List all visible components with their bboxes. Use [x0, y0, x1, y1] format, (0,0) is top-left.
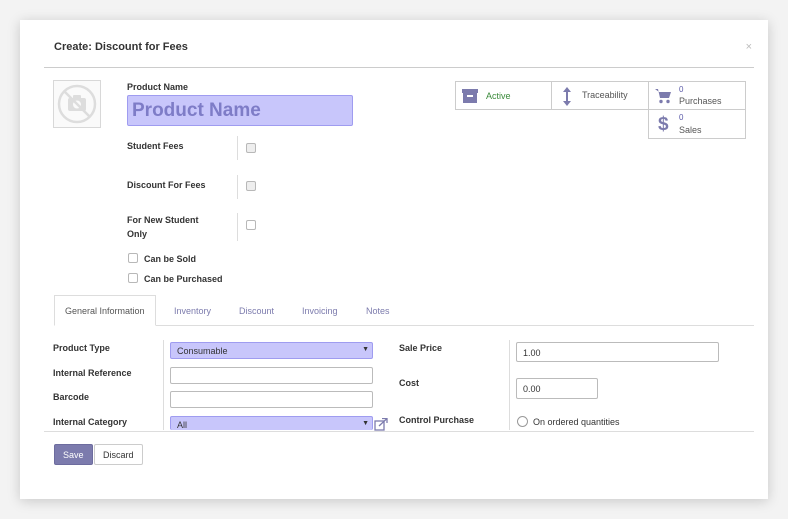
- chevron-down-icon: ▼: [362, 420, 369, 427]
- internal-category-select[interactable]: All ▼: [170, 416, 373, 430]
- active-label: Active: [486, 91, 511, 101]
- sales-button[interactable]: $ 0 Sales: [648, 109, 746, 139]
- ordered-quantities-radio[interactable]: [517, 416, 528, 427]
- discount-for-fees-label: Discount For Fees: [127, 180, 206, 190]
- separator: [509, 340, 510, 430]
- separator: [237, 175, 238, 199]
- dollar-icon: $: [658, 114, 669, 135]
- camera-off-icon: [57, 84, 97, 124]
- create-dialog: Create: Discount for Fees × Product Name…: [20, 20, 768, 499]
- cost-label: Cost: [399, 378, 419, 388]
- student-fees-checkbox[interactable]: [246, 143, 256, 153]
- shopping-cart-icon: [655, 89, 671, 104]
- cost-input[interactable]: 0.00: [516, 378, 598, 399]
- separator: [237, 213, 238, 241]
- archive-icon: [462, 89, 478, 103]
- chevron-down-icon: ▼: [362, 346, 369, 353]
- tab-invoicing[interactable]: Invoicing: [302, 295, 338, 326]
- ordered-quantities-label: On ordered quantities: [533, 417, 620, 427]
- can-be-sold-checkbox[interactable]: [128, 253, 138, 263]
- tab-discount[interactable]: Discount: [239, 295, 274, 326]
- tab-inventory[interactable]: Inventory: [174, 295, 211, 326]
- external-link-icon[interactable]: [374, 418, 388, 431]
- internal-category-value: All: [177, 420, 188, 430]
- save-button[interactable]: Save: [54, 444, 93, 465]
- new-student-only-checkbox[interactable]: [246, 220, 256, 230]
- active-button[interactable]: Active: [455, 81, 552, 110]
- purchases-button[interactable]: 0 Purchases: [648, 81, 746, 110]
- can-be-purchased-checkbox[interactable]: [128, 273, 138, 283]
- discard-button[interactable]: Discard: [94, 444, 143, 465]
- sale-price-input[interactable]: 1.00: [516, 342, 719, 362]
- header-divider: [44, 67, 754, 68]
- internal-category-label: Internal Category: [53, 417, 128, 427]
- product-name-label: Product Name: [127, 82, 189, 92]
- traceability-button[interactable]: Traceability: [551, 81, 649, 110]
- tab-general-information[interactable]: General Information: [54, 295, 156, 326]
- product-name-input[interactable]: Product Name: [127, 95, 353, 126]
- vertical-arrows-icon: [563, 87, 571, 106]
- can-be-purchased-label: Can be Purchased: [144, 274, 223, 284]
- sales-count: 0: [679, 113, 684, 122]
- discount-for-fees-checkbox[interactable]: [246, 181, 256, 191]
- notebook-tabs: General Information Inventory Discount I…: [54, 295, 754, 326]
- tab-notes[interactable]: Notes: [366, 295, 390, 326]
- barcode-label: Barcode: [53, 392, 90, 402]
- can-be-sold-label: Can be Sold: [144, 254, 197, 264]
- purchases-count: 0: [679, 85, 684, 94]
- new-student-label-line2: Only: [127, 229, 148, 239]
- purchases-label: Purchases: [679, 96, 722, 106]
- barcode-input[interactable]: [170, 391, 373, 408]
- separator: [237, 136, 238, 160]
- internal-reference-label: Internal Reference: [53, 368, 132, 378]
- traceability-label: Traceability: [582, 90, 628, 100]
- sales-label: Sales: [679, 125, 702, 135]
- sale-price-label: Sale Price: [399, 343, 443, 353]
- product-type-value: Consumable: [177, 346, 228, 356]
- dialog-title: Create: Discount for Fees: [54, 41, 188, 53]
- product-type-select[interactable]: Consumable ▼: [170, 342, 373, 359]
- product-image[interactable]: [53, 80, 101, 128]
- separator: [163, 340, 164, 430]
- internal-reference-input[interactable]: [170, 367, 373, 384]
- product-type-label: Product Type: [53, 343, 110, 353]
- new-student-label-line1: For New Student: [127, 215, 199, 225]
- control-purchase-label: Control Purchase: [399, 415, 475, 425]
- close-icon[interactable]: ×: [746, 41, 752, 53]
- student-fees-label: Student Fees: [127, 141, 184, 151]
- footer-divider: [44, 431, 754, 432]
